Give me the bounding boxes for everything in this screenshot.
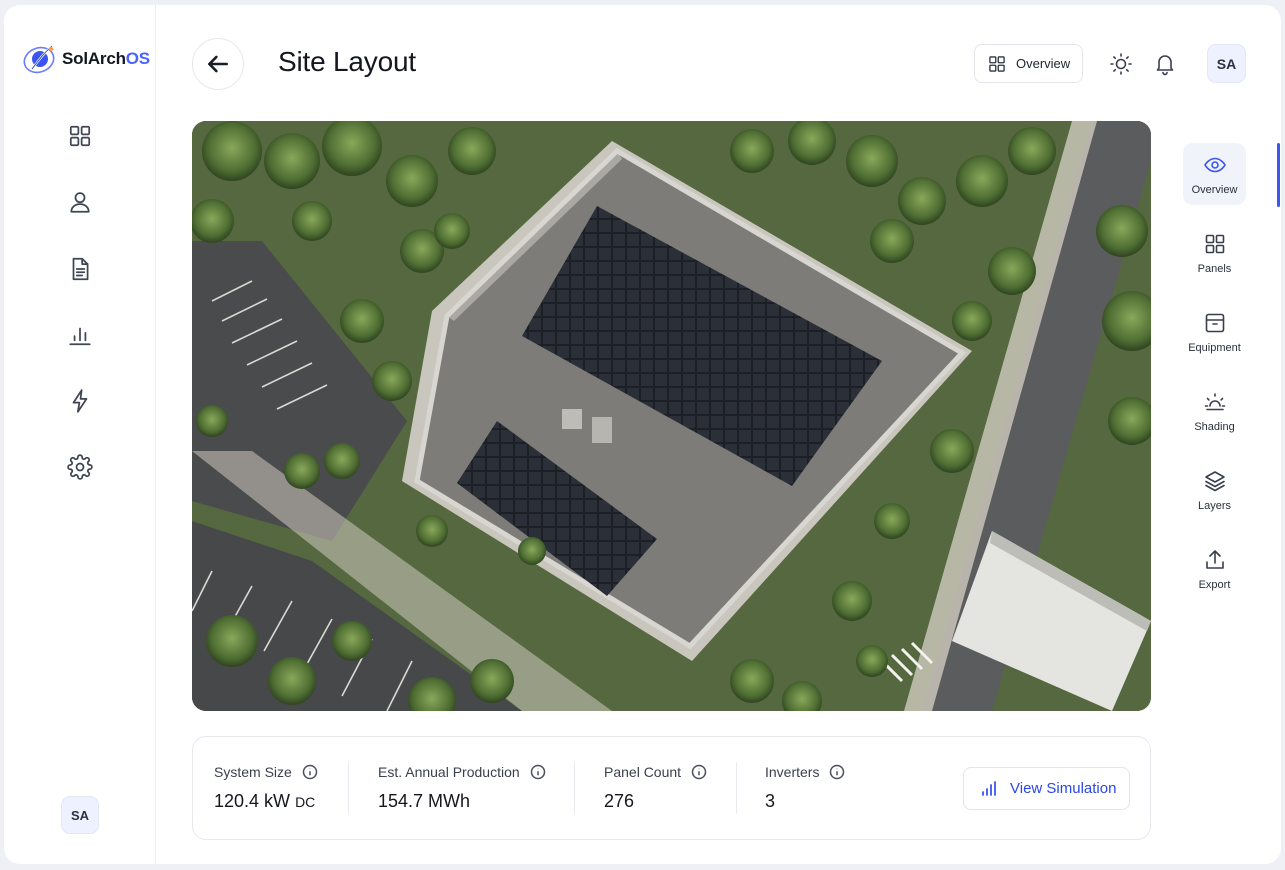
logo-icon bbox=[23, 44, 55, 74]
logo-text: SolArchOS bbox=[62, 49, 150, 68]
sun-icon bbox=[1204, 393, 1225, 411]
layers-icon bbox=[1204, 471, 1225, 492]
page-title: Site Layout bbox=[278, 46, 416, 77]
tool-panels[interactable]: Panels bbox=[1183, 222, 1246, 284]
tool-export[interactable]: Export bbox=[1183, 538, 1246, 600]
tool-shading[interactable]: Shading bbox=[1183, 380, 1246, 442]
stat-label: Est. Annual Production bbox=[378, 764, 546, 780]
info-icon[interactable] bbox=[691, 764, 707, 780]
arrow-left-icon bbox=[208, 55, 228, 73]
stat-value: 120.4 kW DC bbox=[214, 791, 316, 811]
sidebar: SolArchOS SA bbox=[4, 5, 156, 864]
sidebar-item-energy[interactable] bbox=[64, 385, 96, 417]
site-aerial-image[interactable] bbox=[192, 121, 1151, 711]
info-icon[interactable] bbox=[530, 764, 546, 780]
tool-overview-label: Overview bbox=[1191, 184, 1238, 196]
sidebar-item-documents[interactable] bbox=[64, 253, 96, 285]
tool-export-label: Export bbox=[1198, 579, 1231, 591]
tool-layers-label: Layers bbox=[1197, 500, 1232, 512]
stat-label: Inverters bbox=[765, 764, 845, 780]
tool-shading-label: Shading bbox=[1194, 421, 1235, 433]
app-window: SolArchOS SA Site Layout Overview SA Ove… bbox=[4, 5, 1281, 864]
tool-overview[interactable]: Overview bbox=[1183, 143, 1246, 205]
user-icon bbox=[70, 192, 90, 213]
stat-label: System Size bbox=[214, 764, 318, 780]
divider bbox=[348, 762, 349, 814]
sidebar-item-users[interactable] bbox=[64, 186, 96, 218]
back-button[interactable] bbox=[192, 38, 244, 90]
user-avatar[interactable]: SA bbox=[1207, 44, 1246, 83]
stat-value: 3 bbox=[765, 791, 776, 811]
logo[interactable]: SolArchOS bbox=[22, 43, 150, 75]
gear-icon bbox=[67, 454, 93, 480]
box-icon bbox=[1205, 313, 1224, 333]
divider bbox=[574, 762, 575, 814]
site-aerial-illustration bbox=[192, 121, 1151, 711]
document-icon bbox=[72, 257, 89, 281]
sidebar-item-dashboard[interactable] bbox=[64, 120, 96, 152]
sidebar-item-settings[interactable] bbox=[64, 451, 96, 483]
view-simulation-button[interactable]: View Simulation bbox=[963, 767, 1130, 810]
tool-equipment[interactable]: Equipment bbox=[1183, 301, 1246, 363]
overview-button-label: Overview bbox=[1016, 56, 1071, 71]
stat-value: 276 bbox=[604, 791, 635, 811]
eye-icon bbox=[1203, 157, 1226, 173]
chart-icon bbox=[69, 327, 91, 346]
upload-icon bbox=[1205, 550, 1224, 569]
user-avatar-sidebar[interactable]: SA bbox=[61, 796, 99, 834]
overview-button[interactable]: Overview bbox=[974, 44, 1083, 83]
theme-toggle-button[interactable] bbox=[1108, 51, 1134, 77]
divider bbox=[736, 762, 737, 814]
stat-value: 154.7 MWh bbox=[378, 791, 471, 811]
view-simulation-label: View Simulation bbox=[1010, 780, 1117, 797]
grid-icon bbox=[69, 125, 91, 147]
site-stats-bar: System Size 120.4 kW DC Est. Annual Prod… bbox=[192, 736, 1151, 840]
tool-equipment-label: Equipment bbox=[1188, 342, 1241, 354]
tool-panels-label: Panels bbox=[1197, 263, 1232, 275]
bar-chart-icon bbox=[982, 780, 996, 796]
grid-icon bbox=[1205, 234, 1224, 254]
tool-rail-indicator bbox=[1277, 143, 1280, 207]
layout-icon bbox=[989, 55, 1005, 72]
stat-label: Panel Count bbox=[604, 764, 707, 780]
notifications-button[interactable] bbox=[1152, 51, 1178, 77]
tool-layers[interactable]: Layers bbox=[1183, 459, 1246, 521]
sun-icon bbox=[1110, 53, 1132, 75]
sidebar-item-analytics[interactable] bbox=[64, 319, 96, 351]
info-icon[interactable] bbox=[829, 764, 845, 780]
bell-icon bbox=[1156, 55, 1174, 76]
info-icon[interactable] bbox=[302, 764, 318, 780]
lightning-icon bbox=[72, 389, 88, 413]
